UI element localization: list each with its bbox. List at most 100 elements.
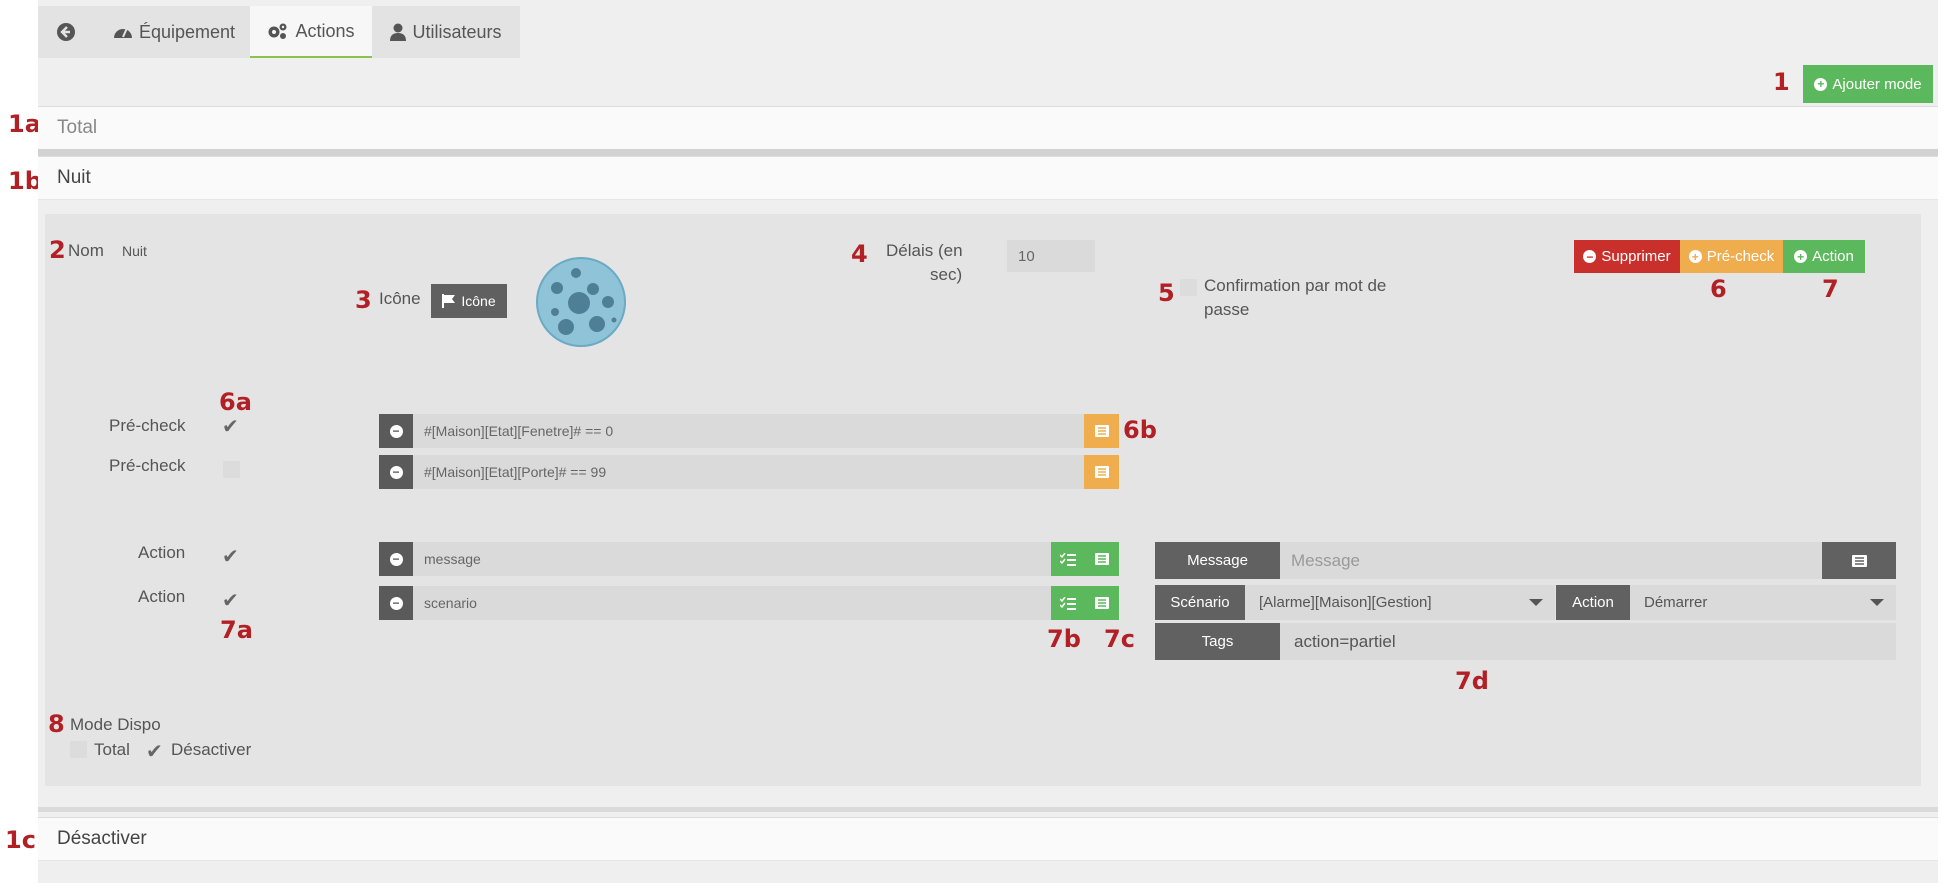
- marker-6a: 6a: [219, 388, 252, 416]
- precheck-row-1-remove-button[interactable]: −: [379, 414, 413, 448]
- action-row-1-list-button[interactable]: [1085, 542, 1119, 576]
- action-row-1-checkbox[interactable]: ✔: [222, 544, 239, 569]
- marker-3: 3: [355, 286, 372, 314]
- panel-divider: [38, 807, 1938, 812]
- panel-total-title: Total: [57, 117, 98, 138]
- supprimer-label: Supprimer: [1601, 248, 1671, 265]
- tab-utilisateurs[interactable]: Utilisateurs: [376, 6, 516, 58]
- action-row-2-label: Action: [138, 587, 186, 606]
- delais-value: 10: [1018, 247, 1035, 265]
- message-input[interactable]: Message: [1280, 542, 1822, 579]
- message-placeholder: Message: [1291, 550, 1360, 570]
- scenario-select-value: [Alarme][Maison][Gestion]: [1259, 594, 1432, 611]
- tasks-icon: [1060, 596, 1076, 610]
- action-row-1-input[interactable]: message: [413, 542, 1051, 576]
- panel-nuit[interactable]: Nuit: [38, 156, 1938, 200]
- precheck-row-1-list-button[interactable]: [1084, 414, 1119, 448]
- nom-value[interactable]: Nuit: [122, 243, 147, 259]
- plus-circle-icon: +: [1688, 250, 1702, 263]
- marker-8: 8: [48, 710, 65, 738]
- action-row-2-checkbox[interactable]: ✔: [222, 588, 239, 613]
- precheck-row-1-input[interactable]: #[Maison][Etat][Fenetre]# == 0: [413, 414, 1084, 448]
- action-row-1-label: Action: [138, 543, 186, 562]
- add-action-label: Action: [1812, 248, 1854, 265]
- panel-nuit-title: Nuit: [57, 167, 91, 188]
- icone-button[interactable]: Icône: [431, 284, 507, 318]
- caret-down-icon: [1529, 599, 1543, 606]
- list-alt-icon: [1851, 554, 1867, 567]
- marker-6b: 6b: [1123, 416, 1157, 444]
- action-row-2-value: scenario: [424, 595, 477, 611]
- tasks-icon: [1060, 552, 1076, 566]
- mode-dispo-desactiver-checkbox[interactable]: ✔: [146, 739, 163, 764]
- plus-circle-icon: +: [1794, 250, 1808, 263]
- minus-circle-icon: −: [389, 465, 403, 479]
- scenario-option-label: Scénario: [1155, 585, 1245, 620]
- mode-dispo-desactiver-label: Désactiver: [171, 740, 252, 759]
- mode-dispo-label: Mode Dispo: [70, 715, 161, 734]
- action-row-1-tasks-button[interactable]: [1051, 542, 1085, 576]
- marker-1a: 1a: [8, 110, 41, 138]
- action-row-1-value: message: [424, 551, 481, 567]
- message-list-button[interactable]: [1822, 542, 1896, 579]
- tab-equipement[interactable]: Équipement: [100, 6, 248, 58]
- user-icon: [390, 23, 407, 41]
- marker-1c: 1c: [5, 826, 36, 854]
- arrow-circle-left-icon: [57, 23, 75, 41]
- precheck-row-1-checkbox[interactable]: ✔: [222, 414, 239, 439]
- precheck-row-2-checkbox[interactable]: [223, 461, 240, 478]
- minus-circle-icon: −: [389, 596, 403, 610]
- list-alt-icon: [1094, 425, 1109, 437]
- precheck-row-1-value: #[Maison][Etat][Fenetre]# == 0: [424, 423, 614, 439]
- add-action-button[interactable]: + Action: [1783, 240, 1865, 273]
- marker-2: 2: [49, 236, 66, 264]
- tab-actions[interactable]: Actions: [250, 6, 372, 58]
- mode-body: [45, 214, 1921, 786]
- tab-back[interactable]: [38, 6, 94, 58]
- plus-circle-icon: +: [1814, 77, 1828, 91]
- list-alt-icon: [1095, 553, 1109, 565]
- marker-7d: 7d: [1455, 667, 1489, 695]
- panel-desactiver[interactable]: Désactiver: [38, 817, 1938, 861]
- tags-option-label: Tags: [1155, 623, 1280, 660]
- supprimer-button[interactable]: − Supprimer: [1574, 240, 1680, 273]
- marker-4: 4: [851, 240, 868, 268]
- mode-dispo-total-label: Total: [94, 740, 130, 759]
- minus-circle-icon: −: [389, 552, 403, 566]
- scenario-select[interactable]: [Alarme][Maison][Gestion]: [1245, 585, 1555, 620]
- moon-icon: [536, 257, 626, 347]
- delais-label-line1: Délais (en: [886, 241, 963, 260]
- marker-7a: 7a: [220, 616, 253, 644]
- precheck-row-2-list-button[interactable]: [1084, 455, 1119, 489]
- tab-equipement-label: Équipement: [138, 21, 236, 42]
- flag-icon: [442, 294, 456, 308]
- tags-input[interactable]: action=partiel: [1280, 623, 1896, 660]
- action-row-2-list-button[interactable]: [1085, 586, 1119, 620]
- add-mode-button[interactable]: + Ajouter mode: [1803, 65, 1933, 103]
- add-precheck-label: Pré-check: [1706, 248, 1775, 265]
- add-precheck-button[interactable]: + Pré-check: [1680, 240, 1783, 273]
- action-row-2-remove-button[interactable]: −: [379, 586, 413, 620]
- confirmation-checkbox[interactable]: [1180, 279, 1197, 296]
- action-row-2-tasks-button[interactable]: [1051, 586, 1085, 620]
- tachometer-icon: [113, 27, 132, 38]
- mode-dispo-total-checkbox[interactable]: [70, 741, 87, 758]
- action-row-2-input[interactable]: scenario: [413, 586, 1051, 620]
- marker-7: 7: [1822, 275, 1839, 303]
- delais-input[interactable]: 10: [1007, 240, 1095, 272]
- panel-total[interactable]: Total: [38, 106, 1938, 150]
- precheck-row-1-label: Pré-check: [109, 416, 186, 435]
- marker-6: 6: [1710, 275, 1727, 303]
- action-select[interactable]: Démarrer: [1630, 585, 1896, 620]
- precheck-row-2-value: #[Maison][Etat][Porte]# == 99: [424, 464, 607, 480]
- precheck-row-2-input[interactable]: #[Maison][Etat][Porte]# == 99: [413, 455, 1084, 489]
- action-select-value: Démarrer: [1644, 594, 1708, 611]
- action-row-1-remove-button[interactable]: −: [379, 542, 413, 576]
- delais-label-line2: sec): [930, 265, 963, 284]
- marker-1b: 1b: [8, 167, 42, 195]
- list-alt-icon: [1094, 466, 1109, 478]
- confirmation-label-line1: Confirmation par mot de: [1204, 276, 1387, 295]
- marker-1: 1: [1773, 68, 1790, 96]
- icone-button-label: Icône: [461, 293, 496, 309]
- precheck-row-2-remove-button[interactable]: −: [379, 455, 413, 489]
